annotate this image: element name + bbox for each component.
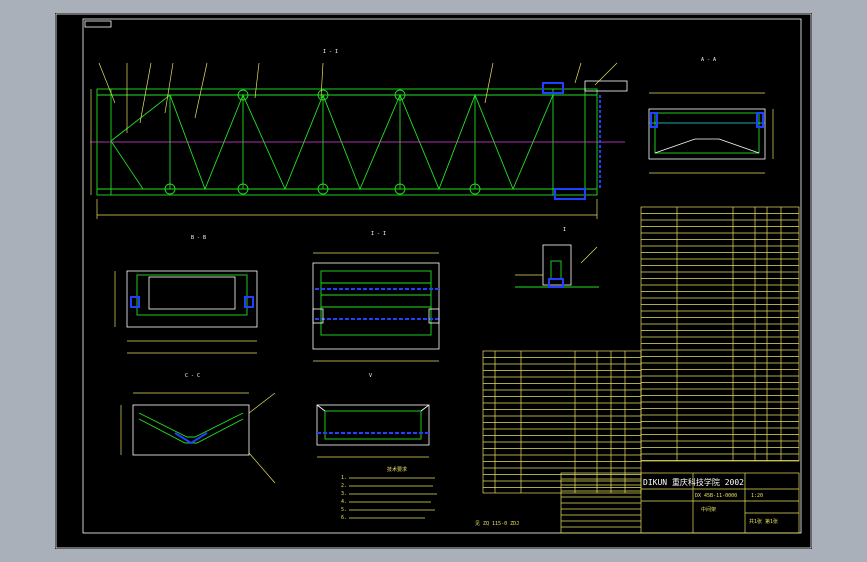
cad-viewport[interactable]: I - I A - A B - B I - I I C - C V 技术要求 1… bbox=[0, 0, 867, 562]
notes-item-4: 4. bbox=[341, 499, 347, 505]
drawing-border bbox=[82, 18, 802, 534]
detail-view: I bbox=[515, 227, 599, 288]
section-ii-view: I - I bbox=[312, 231, 440, 362]
notes-item-6: 6. bbox=[341, 515, 347, 521]
view-label-aa: A - A bbox=[701, 57, 716, 63]
view-label-v: V bbox=[369, 373, 372, 379]
title-drawing-no: DX 45B-11-0000 bbox=[695, 493, 737, 499]
section-bb-view: B - B bbox=[114, 235, 258, 354]
truss-main-view: I - I bbox=[90, 49, 628, 219]
view-label-main: I - I bbox=[323, 49, 338, 55]
technical-notes: 技术要求 1. 2. 3. 4. 5. 6. 见 ZQ 115-0 ZDJ bbox=[341, 466, 519, 527]
section-aa-view: A - A bbox=[648, 57, 774, 174]
notes-item-3: 3. bbox=[341, 491, 347, 497]
parts-list-right bbox=[640, 206, 800, 462]
notes-item-5: 5. bbox=[341, 507, 347, 513]
drawing-canvas: I - I A - A B - B I - I I C - C V 技术要求 1… bbox=[55, 13, 812, 549]
notes-item-1: 1. bbox=[341, 475, 347, 481]
title-sheet-info: 共1张 第1张 bbox=[749, 518, 778, 525]
view-label-cc: C - C bbox=[185, 373, 200, 379]
notes-title: 技术要求 bbox=[387, 466, 407, 473]
view-label-ii: I - I bbox=[371, 231, 386, 237]
section-v-view: V bbox=[316, 373, 430, 458]
title-school: DIKUN 重庆科技学院 2002 bbox=[643, 477, 744, 487]
title-scale: 1:20 bbox=[751, 493, 763, 499]
reference-note: 见 ZQ 115-0 ZDJ bbox=[475, 521, 519, 527]
drawing-sheet: I - I A - A B - B I - I I C - C V 技术要求 1… bbox=[55, 13, 812, 549]
section-cc-view: C - C bbox=[120, 373, 276, 484]
notes-item-2: 2. bbox=[341, 483, 347, 489]
view-label-detail: I bbox=[563, 227, 566, 233]
parts-list-left bbox=[482, 350, 642, 494]
title-part-name: 中间架 bbox=[701, 506, 716, 513]
view-label-bb: B - B bbox=[191, 235, 206, 241]
